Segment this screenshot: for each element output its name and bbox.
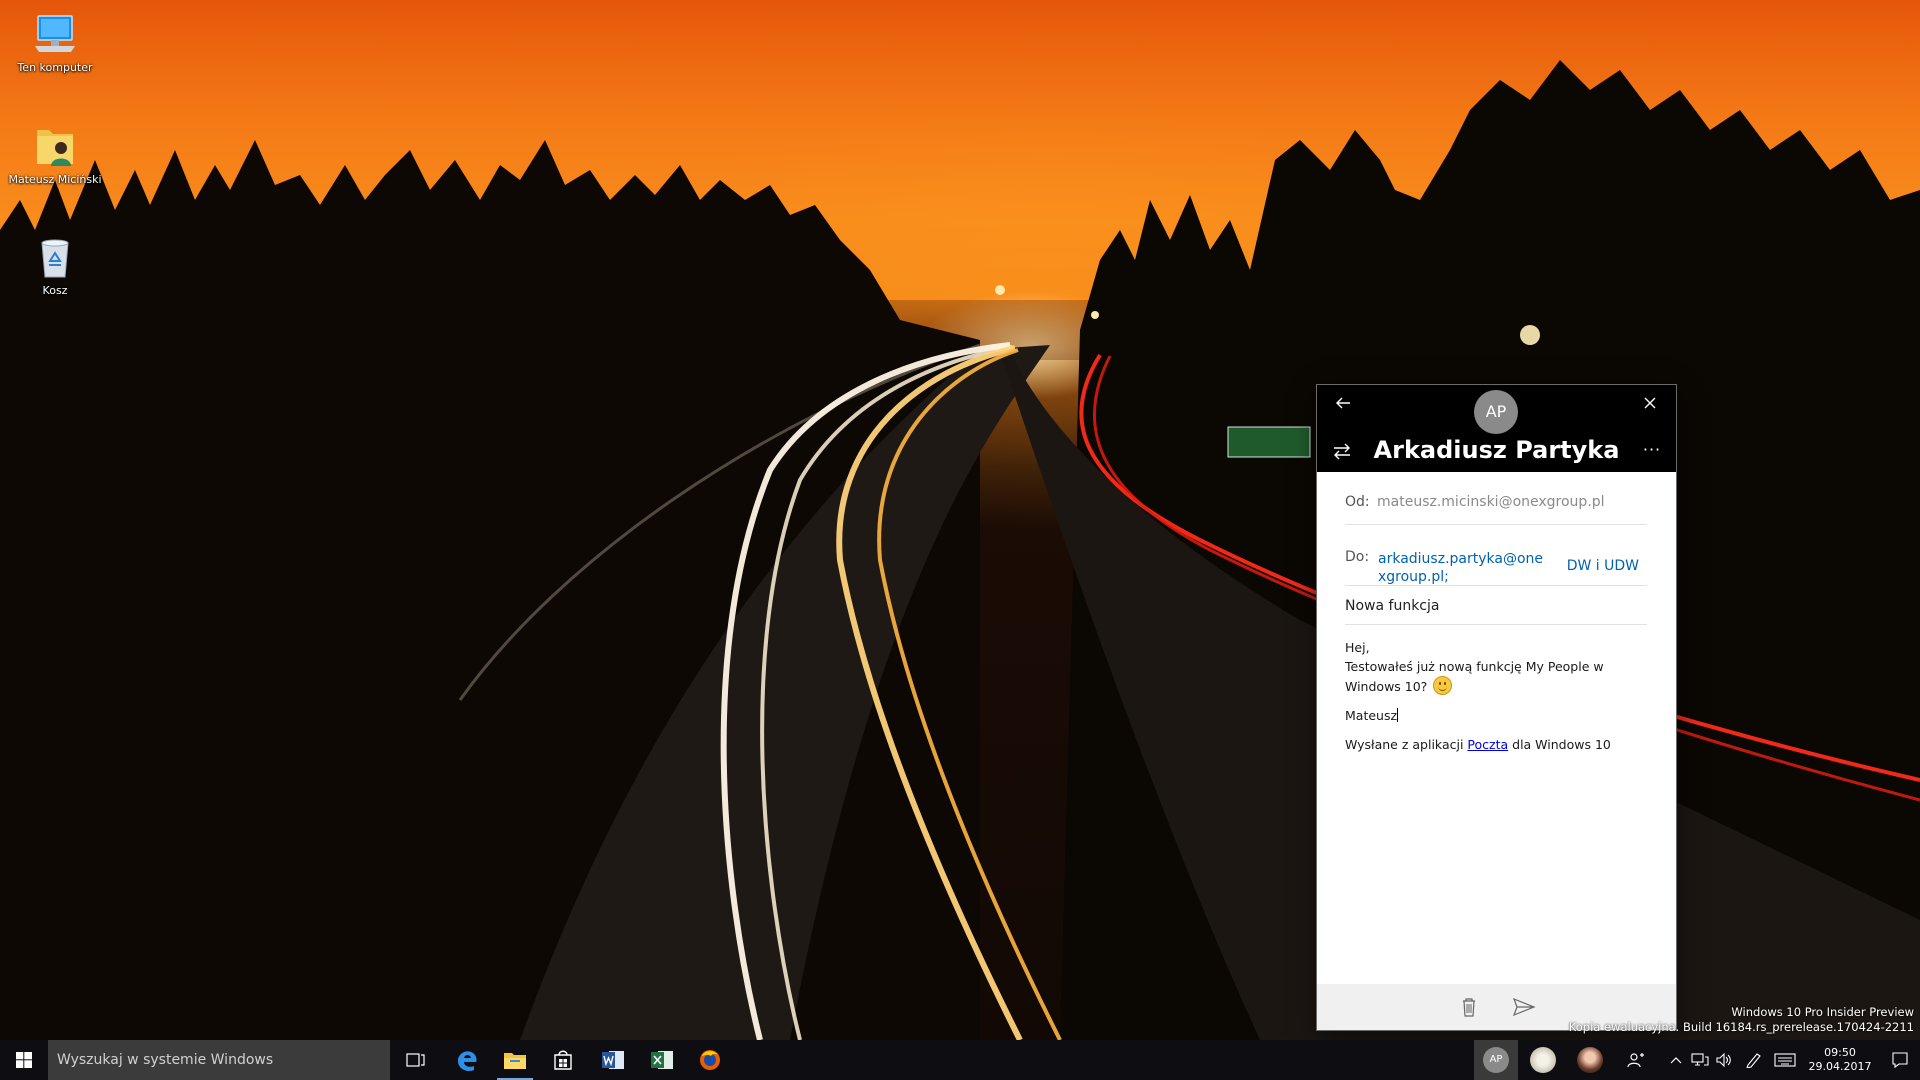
sent-from-line: Wysłane z aplikacji Poczta dla Windows 1…: [1345, 735, 1647, 754]
contact-avatar-icon: [1530, 1047, 1556, 1073]
firefox-icon: [700, 1050, 720, 1070]
mail-header: AP Arkadiusz Partyka ···: [1317, 385, 1676, 472]
pen-icon: [1746, 1053, 1761, 1068]
recycle-bin-icon: [31, 233, 79, 281]
people-contact-pinned-3[interactable]: [1568, 1040, 1612, 1080]
more-icon: ···: [1642, 440, 1662, 459]
to-label: Do:: [1345, 549, 1370, 565]
people-icon: [1627, 1053, 1644, 1068]
sent-from-prefix: Wysłane z aplikacji: [1345, 737, 1468, 752]
more-options-button[interactable]: ···: [1640, 441, 1664, 461]
network-icon: [1691, 1053, 1709, 1066]
excel-icon: [651, 1051, 673, 1069]
message-text: Testowałeś już nową funkcję My People w …: [1345, 659, 1604, 694]
greeting-line: Hej,: [1345, 640, 1370, 655]
sent-from-suffix: dla Windows 10: [1508, 737, 1611, 752]
people-contact-pinned-ap[interactable]: AP: [1474, 1040, 1518, 1080]
task-view-icon: [406, 1053, 425, 1067]
edge-icon: [458, 1051, 477, 1071]
user-folder-icon: [31, 122, 79, 170]
subject-row: Nowa funkcja: [1345, 586, 1647, 625]
from-label: Od:: [1345, 494, 1370, 510]
ink-workspace-tray[interactable]: [1740, 1040, 1768, 1080]
back-arrow-icon: [1336, 397, 1350, 409]
touch-keyboard-tray[interactable]: [1770, 1040, 1800, 1080]
people-contact-pinned-2[interactable]: [1521, 1040, 1565, 1080]
desktop-icon-recycle-bin[interactable]: Kosz: [5, 233, 105, 297]
text-caret: [1397, 708, 1399, 722]
task-view-button[interactable]: [392, 1040, 440, 1080]
watermark-edition: Windows 10 Pro Insider Preview: [1731, 1005, 1914, 1019]
store-icon: [554, 1050, 572, 1070]
word-icon: [602, 1051, 624, 1069]
show-hidden-icons[interactable]: [1664, 1040, 1688, 1080]
watermark-build: Kopia ewaluacyjna. Build 16184.rs_prerel…: [1568, 1020, 1914, 1034]
contact-avatar: AP: [1474, 390, 1518, 434]
action-center-button[interactable]: [1880, 1040, 1920, 1080]
from-row: Od: mateusz.micinski@onexgroup.pl: [1345, 472, 1647, 525]
trash-icon: [1463, 998, 1475, 1017]
keyboard-icon: [1774, 1053, 1796, 1067]
computer-icon: [31, 10, 79, 58]
taskbar-store[interactable]: [539, 1040, 587, 1080]
desktop-icon-user-folder[interactable]: Mateusz Miciński: [5, 122, 105, 186]
taskbar-file-explorer[interactable]: [491, 1040, 539, 1080]
search-box[interactable]: Wyszukaj w systemie Windows: [48, 1040, 390, 1080]
close-button[interactable]: [1638, 391, 1662, 415]
desktop-icon-label: Mateusz Miciński: [8, 173, 102, 186]
message-line: Testowałeś już nową funkcję My People w …: [1345, 657, 1647, 696]
discard-button[interactable]: [1458, 996, 1480, 1018]
compose-form: Od: mateusz.micinski@onexgroup.pl Do: ar…: [1345, 472, 1647, 754]
close-icon: [1644, 397, 1656, 409]
volume-icon: [1716, 1053, 1731, 1067]
people-button[interactable]: [1616, 1040, 1656, 1080]
send-icon: [1512, 997, 1536, 1017]
contact-photo-icon: [1577, 1047, 1603, 1073]
windows-logo-icon: [16, 1052, 32, 1068]
chevron-up-icon: [1670, 1057, 1682, 1064]
signature-line: Mateusz: [1345, 706, 1647, 725]
taskbar-edge[interactable]: [443, 1040, 491, 1080]
swap-icon: [1334, 443, 1350, 460]
message-body[interactable]: Hej, Testowałeś już nową funkcję My Peop…: [1345, 625, 1647, 754]
clock-date: 29.04.2017: [1808, 1060, 1872, 1073]
people-mail-window: AP Arkadiusz Partyka ··· Od: mateusz.mic…: [1317, 385, 1676, 1030]
build-watermark: Windows 10 Pro Insider Preview Kopia ewa…: [1569, 1005, 1914, 1035]
poczta-link[interactable]: Poczta: [1467, 737, 1508, 752]
taskbar-excel[interactable]: [638, 1040, 686, 1080]
search-placeholder: Wyszukaj w systemie Windows: [57, 1052, 274, 1068]
from-field[interactable]: mateusz.micinski@onexgroup.pl: [1377, 494, 1605, 510]
desktop-icon-label: Ten komputer: [17, 61, 93, 74]
taskbar: Wyszukaj w systemie Windows AP 09:50 29.…: [0, 1040, 1920, 1080]
to-field[interactable]: arkadiusz.partyka@onexgroup.pl;: [1378, 550, 1550, 586]
notifications-icon: [1892, 1052, 1908, 1069]
subject-field[interactable]: Nowa funkcja: [1345, 598, 1439, 614]
desktop-icon-this-pc[interactable]: Ten komputer: [5, 10, 105, 74]
contact-name: Arkadiusz Partyka: [1373, 436, 1620, 464]
signature-text: Mateusz: [1345, 708, 1398, 723]
clock-time: 09:50: [1824, 1046, 1856, 1059]
volume-tray[interactable]: [1712, 1040, 1736, 1080]
start-button[interactable]: [0, 1040, 48, 1080]
smiley-emoji-icon: [1433, 676, 1453, 695]
taskbar-word[interactable]: [589, 1040, 637, 1080]
desktop-icon-label: Kosz: [42, 284, 68, 297]
back-button[interactable]: [1331, 391, 1355, 415]
switch-app-button[interactable]: [1331, 441, 1353, 461]
to-row: Do: arkadiusz.partyka@onexgroup.pl; DW i…: [1345, 525, 1647, 586]
network-tray[interactable]: [1688, 1040, 1712, 1080]
send-button[interactable]: [1511, 996, 1537, 1018]
cc-bcc-link[interactable]: DW i UDW: [1567, 558, 1639, 574]
taskbar-firefox[interactable]: [686, 1040, 734, 1080]
people-avatar: AP: [1483, 1047, 1509, 1073]
file-explorer-icon: [504, 1053, 526, 1069]
clock[interactable]: 09:50 29.04.2017: [1803, 1040, 1877, 1080]
